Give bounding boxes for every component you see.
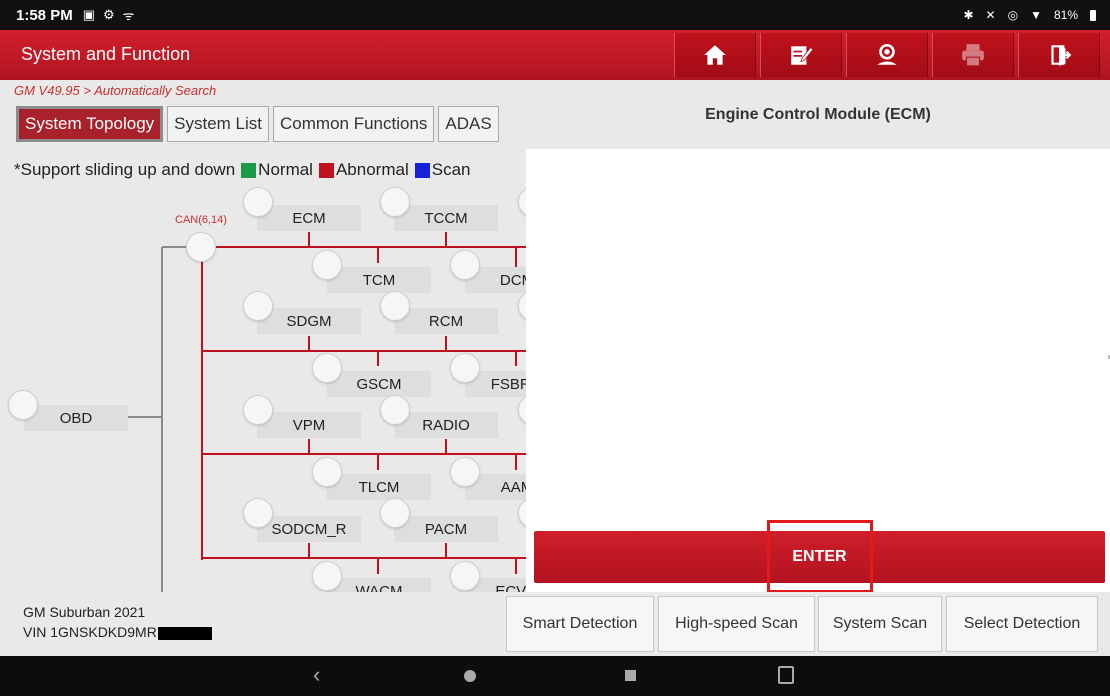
android-nav-bar: ‹ bbox=[0, 656, 1110, 696]
tab-system-topology[interactable]: System Topology bbox=[16, 106, 164, 142]
can-bus-label: CAN(6,14) bbox=[175, 214, 227, 226]
module-node-obd[interactable]: OBD bbox=[24, 405, 128, 431]
recent-apps-icon[interactable] bbox=[625, 670, 636, 681]
module-node-radio[interactable]: RADIO bbox=[394, 412, 498, 438]
module-status-sdgm[interactable] bbox=[243, 291, 273, 321]
system-scan-button[interactable]: System Scan bbox=[818, 596, 942, 652]
app-screen: 1:58 PM ▣ ⚙ ᯤ ✱ ✕ ◎ ▼ 81% System and Fun… bbox=[0, 0, 1110, 696]
module-status-vpm[interactable] bbox=[243, 395, 273, 425]
gear-icon: ⚙ bbox=[103, 7, 115, 22]
breadcrumb[interactable]: GM V49.95 > Automatically Search bbox=[14, 83, 216, 98]
home-icon bbox=[704, 45, 726, 65]
user-support-icon bbox=[877, 43, 897, 65]
module-node-tlcm[interactable]: TLCM bbox=[327, 474, 431, 500]
mute-icon: ✕ bbox=[985, 8, 996, 22]
module-node-gscm[interactable]: GSCM bbox=[327, 371, 431, 397]
module-node-rcm[interactable]: RCM bbox=[394, 308, 498, 334]
tab-system-list[interactable]: System List bbox=[167, 106, 270, 142]
module-title: Engine Control Module (ECM) bbox=[526, 80, 1110, 149]
battery-percent: 81% bbox=[1053, 8, 1078, 22]
print-icon bbox=[962, 44, 984, 67]
module-status-pacm[interactable] bbox=[380, 498, 410, 528]
location-icon: ◎ bbox=[1007, 8, 1019, 22]
module-status-sodcm-r[interactable] bbox=[243, 498, 273, 528]
module-detail-panel: Engine Control Module (ECM) ENTER bbox=[526, 80, 1110, 593]
module-status-ecm[interactable] bbox=[243, 187, 273, 217]
high-speed-scan-button[interactable]: High-speed Scan bbox=[658, 596, 815, 652]
module-node-tccm[interactable]: TCCM bbox=[394, 205, 498, 231]
module-status-tccm[interactable] bbox=[380, 187, 410, 217]
vehicle-info: GM Suburban 2021 VIN 1GNSKDKD9MR bbox=[23, 602, 212, 642]
legend-hint: *Support sliding up and down bbox=[14, 160, 236, 179]
legend-abnormal-swatch bbox=[318, 162, 334, 178]
legend-normal-swatch bbox=[241, 162, 257, 178]
topology-panel[interactable]: GM V49.95 > Automatically Search System … bbox=[0, 80, 526, 592]
legend-scan-label: Scan bbox=[431, 160, 471, 179]
can-bus-junction bbox=[186, 232, 216, 262]
module-status-radio[interactable] bbox=[380, 395, 410, 425]
select-detection-button[interactable]: Select Detection bbox=[946, 596, 1098, 652]
title-bar: System and Function bbox=[0, 30, 1110, 80]
module-status-tlcm[interactable] bbox=[312, 457, 342, 487]
gallery-icon: ▣ bbox=[82, 7, 95, 22]
status-bar: 1:58 PM ▣ ⚙ ᯤ ✱ ✕ ◎ ▼ 81% bbox=[0, 0, 1110, 30]
user-support-button[interactable] bbox=[846, 33, 928, 77]
topology-legend: *Support sliding up and down Normal Abno… bbox=[14, 160, 470, 180]
edit-report-button[interactable] bbox=[760, 33, 842, 77]
tab-adas[interactable]: ADAS bbox=[438, 106, 499, 142]
module-status-obd[interactable] bbox=[8, 390, 38, 420]
module-node-tcm[interactable]: TCM bbox=[327, 267, 431, 293]
status-time: 1:58 PM bbox=[16, 6, 73, 24]
exit-button[interactable] bbox=[1018, 33, 1100, 77]
legend-scan-swatch bbox=[414, 162, 430, 178]
status-notification-icons: ▣ ⚙ ᯤ bbox=[83, 6, 135, 24]
print-button[interactable] bbox=[932, 33, 1014, 77]
module-node-sodcm-r[interactable]: SODCM_R bbox=[257, 516, 361, 542]
page-title: System and Function bbox=[21, 44, 191, 64]
legend-normal-label: Normal bbox=[258, 160, 313, 179]
smart-detection-button[interactable]: Smart Detection bbox=[506, 596, 654, 652]
wifi-small-icon: ᯤ bbox=[122, 8, 135, 23]
home-button[interactable] bbox=[674, 33, 756, 77]
vehicle-model: GM Suburban 2021 bbox=[23, 604, 146, 620]
module-status-wacm[interactable] bbox=[312, 561, 342, 591]
screenshot-icon[interactable] bbox=[778, 666, 794, 684]
wifi-icon: ▼ bbox=[1030, 8, 1042, 22]
status-system-icons: ✱ ✕ ◎ ▼ 81% bbox=[963, 0, 1096, 30]
module-status-aam[interactable] bbox=[450, 457, 480, 487]
tab-bar: System Topology System List Common Funct… bbox=[16, 106, 499, 142]
module-status-gscm[interactable] bbox=[312, 353, 342, 383]
module-status-rcm[interactable] bbox=[380, 291, 410, 321]
module-node-sdgm[interactable]: SDGM bbox=[257, 308, 361, 334]
bluetooth-icon: ✱ bbox=[963, 8, 974, 22]
vehicle-vin-row: VIN 1GNSKDKD9MR bbox=[23, 622, 212, 642]
module-status-ecvm[interactable] bbox=[450, 561, 480, 591]
vin-redaction bbox=[157, 626, 212, 640]
module-node-vpm[interactable]: VPM bbox=[257, 412, 361, 438]
tab-common-functions[interactable]: Common Functions bbox=[273, 106, 435, 142]
battery-icon bbox=[1090, 9, 1096, 21]
bottom-bar: GM Suburban 2021 VIN 1GNSKDKD9MR Smart D… bbox=[0, 592, 1110, 656]
module-node-ecm[interactable]: ECM bbox=[257, 205, 361, 231]
enter-highlight-box bbox=[767, 520, 873, 593]
module-status-dcm[interactable] bbox=[450, 250, 480, 280]
vehicle-vin: VIN 1GNSKDKD9MR bbox=[23, 624, 157, 640]
back-icon[interactable]: ‹ bbox=[313, 662, 320, 688]
home-nav-icon[interactable] bbox=[464, 670, 476, 682]
module-status-tcm[interactable] bbox=[312, 250, 342, 280]
module-node-wacm[interactable]: WACM bbox=[327, 578, 431, 592]
module-node-pacm[interactable]: PACM bbox=[394, 516, 498, 542]
module-status-fsbrm[interactable] bbox=[450, 353, 480, 383]
legend-abnormal-label: Abnormal bbox=[335, 160, 409, 179]
exit-icon bbox=[1051, 45, 1072, 66]
edit-report-icon bbox=[791, 46, 814, 65]
